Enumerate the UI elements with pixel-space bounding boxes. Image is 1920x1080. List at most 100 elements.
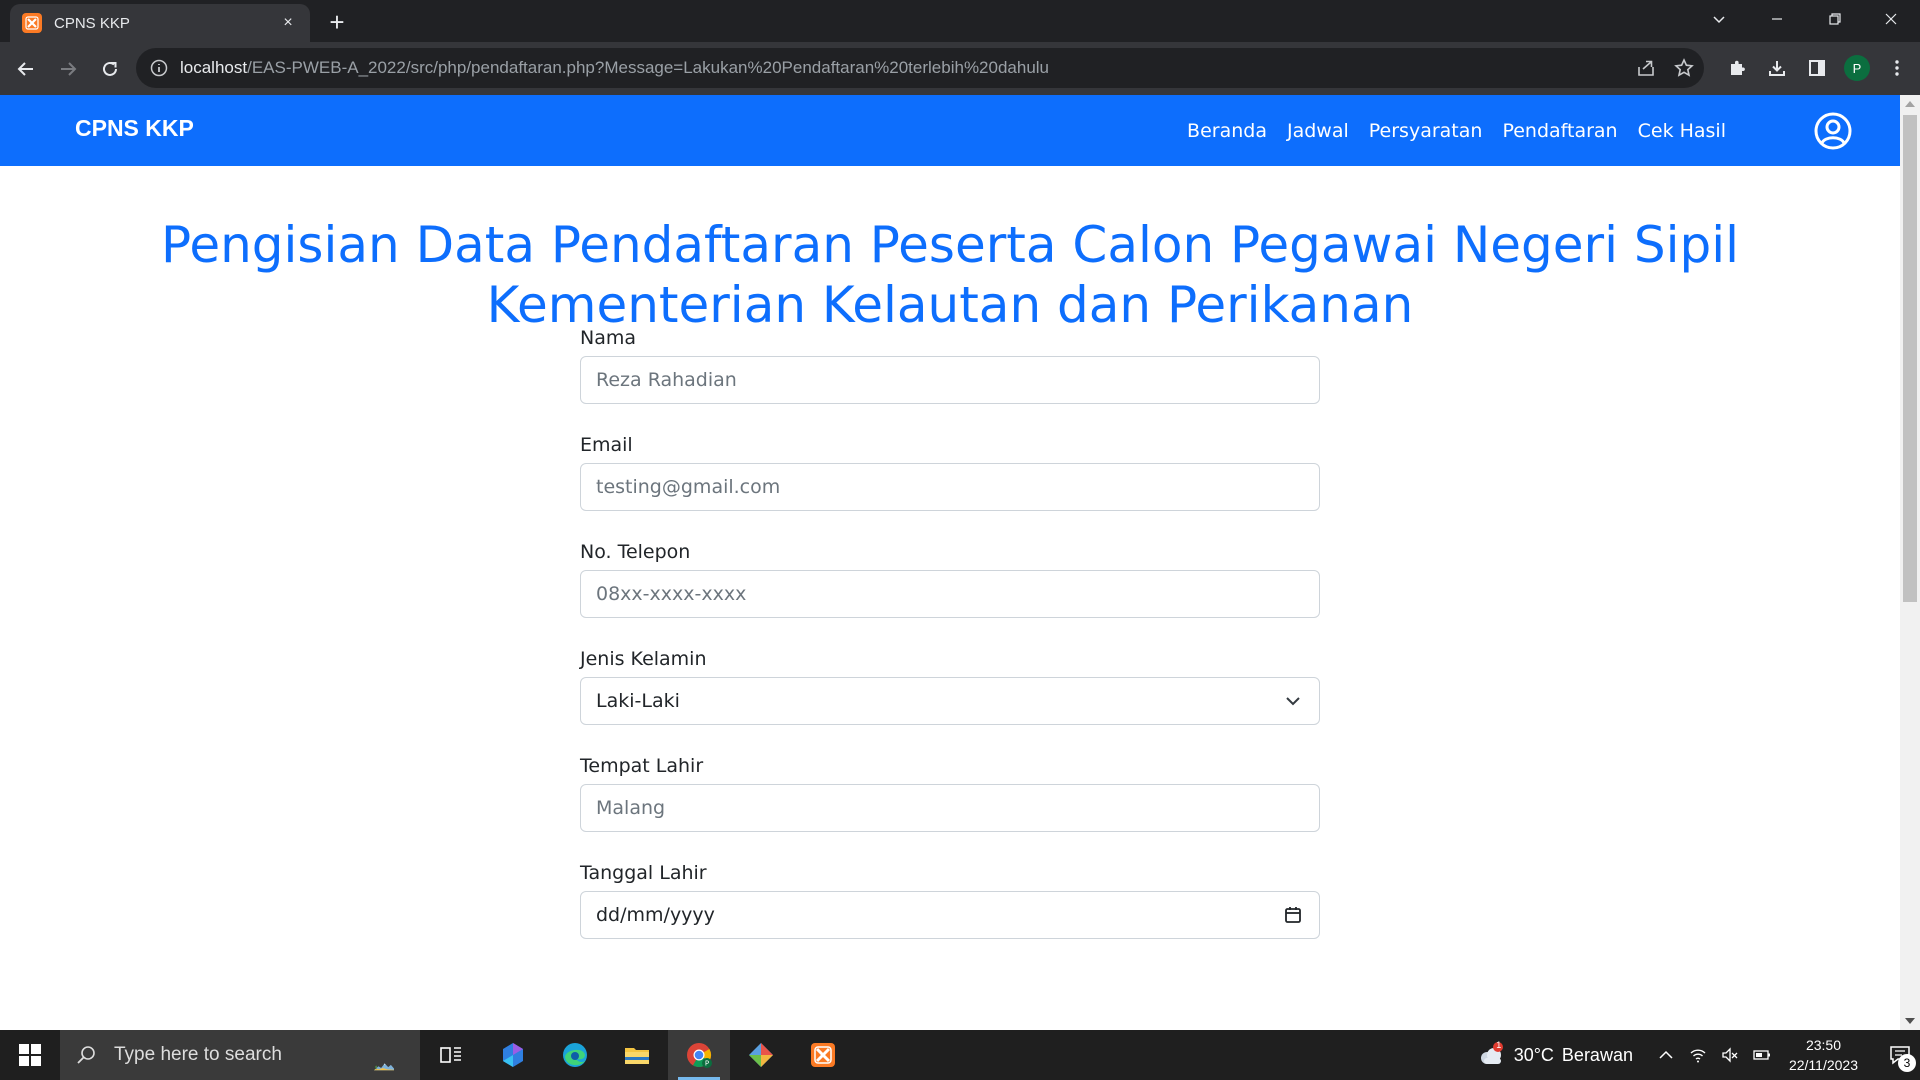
- nav-link-jadwal[interactable]: Jadwal: [1277, 120, 1359, 142]
- tab-search-button[interactable]: [1690, 0, 1748, 38]
- nav-link-cek-hasil[interactable]: Cek Hasil: [1628, 120, 1736, 142]
- scroll-up-arrow-icon[interactable]: [1905, 101, 1915, 107]
- copilot-app[interactable]: [482, 1030, 544, 1080]
- battery-icon[interactable]: [1753, 1046, 1771, 1064]
- page-scrollbar[interactable]: [1900, 95, 1920, 1030]
- page-title-line-1: Pengisian Data Pendaftaran Peserta Calon…: [160, 216, 1740, 274]
- restore-button[interactable]: [1806, 0, 1864, 38]
- registration-form: Nama Reza Rahadian Email testing@gmail.c…: [580, 320, 1320, 962]
- weather-widget[interactable]: 1 30°C Berawan: [1476, 1040, 1633, 1070]
- share-icon: [1638, 60, 1654, 76]
- wifi-icon[interactable]: [1689, 1046, 1707, 1064]
- profile-avatar: P: [1844, 55, 1870, 81]
- nama-input[interactable]: Reza Rahadian: [580, 356, 1320, 404]
- telepon-label: No. Telepon: [580, 541, 691, 563]
- close-icon: [1885, 13, 1897, 25]
- star-icon: [1674, 58, 1694, 77]
- browser-toolbar: localhost/EAS-PWEB-A_2022/src/php/pendaf…: [0, 42, 1920, 95]
- address-bar[interactable]: localhost/EAS-PWEB-A_2022/src/php/pendaf…: [136, 48, 1704, 88]
- tanggal-lahir-value: dd/mm/yyyy: [596, 904, 715, 926]
- search-icon: [77, 1046, 95, 1064]
- nav-link-persyaratan[interactable]: Persyaratan: [1359, 120, 1493, 142]
- user-account-icon[interactable]: [1814, 112, 1852, 150]
- info-icon[interactable]: [150, 59, 168, 77]
- tempat-lahir-input[interactable]: Malang: [580, 784, 1320, 832]
- notification-count-badge: 3: [1898, 1054, 1916, 1072]
- taskbar-search[interactable]: Type here to search: [60, 1030, 420, 1080]
- task-view-button[interactable]: [420, 1030, 482, 1080]
- xampp-favicon-icon: [22, 13, 42, 33]
- tab-close-button[interactable]: ×: [278, 13, 298, 33]
- chrome-icon: P: [687, 1043, 712, 1068]
- svg-text:P: P: [705, 1060, 709, 1068]
- git-client-icon: [749, 1043, 773, 1067]
- close-window-button[interactable]: [1862, 0, 1920, 38]
- minimize-button[interactable]: [1748, 0, 1806, 38]
- restore-icon: [1829, 13, 1841, 25]
- xampp-app[interactable]: [792, 1030, 854, 1080]
- windows-taskbar: Type here to search P 1 30°C Berawan 23:…: [0, 1030, 1920, 1080]
- back-button[interactable]: [8, 51, 44, 87]
- scroll-down-arrow-icon[interactable]: [1905, 1018, 1915, 1024]
- downloads-button[interactable]: [1762, 53, 1792, 83]
- task-view-icon: [440, 1047, 461, 1063]
- cloudy-weather-icon: 1: [1476, 1040, 1506, 1070]
- clock-time: 23:50: [1805, 1037, 1841, 1053]
- field-jenis-kelamin: Jenis Kelamin Laki-Laki: [580, 641, 1320, 748]
- calendar-icon[interactable]: [1283, 905, 1303, 925]
- nav-links: Beranda Jadwal Persyaratan Pendaftaran C…: [1177, 95, 1736, 166]
- kebab-menu-icon: [1895, 60, 1899, 76]
- weather-alert-badge: 1: [1496, 1040, 1502, 1050]
- nav-link-pendaftaran[interactable]: Pendaftaran: [1492, 120, 1627, 142]
- reload-button[interactable]: [92, 51, 128, 87]
- chrome-app[interactable]: P: [668, 1030, 730, 1080]
- bookmark-button[interactable]: [1672, 56, 1696, 80]
- site-brand[interactable]: CPNS KKP: [75, 115, 194, 142]
- file-explorer-app[interactable]: [606, 1030, 668, 1080]
- field-telepon: No. Telepon 08xx-xxxx-xxxx: [580, 534, 1320, 641]
- nav-link-beranda[interactable]: Beranda: [1177, 120, 1277, 142]
- telepon-input[interactable]: 08xx-xxxx-xxxx: [580, 570, 1320, 618]
- browser-tab[interactable]: CPNS KKP ×: [10, 4, 310, 42]
- chevron-up-icon[interactable]: [1657, 1046, 1675, 1064]
- profile-button[interactable]: P: [1842, 53, 1872, 83]
- clock[interactable]: 23:50 22/11/2023: [1789, 1035, 1858, 1075]
- scrollbar-thumb[interactable]: [1903, 115, 1917, 602]
- edge-app[interactable]: [544, 1030, 606, 1080]
- url-text[interactable]: localhost/EAS-PWEB-A_2022/src/php/pendaf…: [180, 58, 1049, 78]
- side-panel-icon: [1809, 60, 1825, 76]
- email-input[interactable]: testing@gmail.com: [580, 463, 1320, 511]
- arrow-left-icon: [17, 61, 33, 76]
- field-email: Email testing@gmail.com: [580, 427, 1320, 534]
- page-viewport: CPNS KKP Beranda Jadwal Persyaratan Pend…: [0, 95, 1900, 1030]
- email-label: Email: [580, 434, 633, 456]
- chrome-menu-button[interactable]: [1882, 53, 1912, 83]
- new-tab-button[interactable]: +: [322, 8, 352, 38]
- jenis-kelamin-select[interactable]: Laki-Laki: [580, 677, 1320, 725]
- field-nama: Nama Reza Rahadian: [580, 320, 1320, 427]
- copilot-icon: [503, 1043, 523, 1067]
- arrow-right-icon: [61, 61, 77, 76]
- search-highlight-illustration-icon: [374, 1063, 394, 1071]
- search-placeholder: Type here to search: [114, 1044, 282, 1065]
- share-button[interactable]: [1634, 56, 1658, 80]
- git-app[interactable]: [730, 1030, 792, 1080]
- forward-button[interactable]: [50, 51, 86, 87]
- notification-center-button[interactable]: 3: [1880, 1030, 1920, 1080]
- system-tray: 1 30°C Berawan 23:50 22/11/2023 3: [1476, 1030, 1920, 1080]
- tanggal-lahir-label: Tanggal Lahir: [580, 862, 707, 884]
- chevron-down-icon: [1713, 16, 1725, 24]
- nama-label: Nama: [580, 327, 637, 349]
- puzzle-icon: [1731, 60, 1745, 75]
- volume-muted-icon[interactable]: [1721, 1046, 1739, 1064]
- extensions-button[interactable]: [1722, 53, 1752, 83]
- start-button[interactable]: [0, 1030, 60, 1080]
- tray-icons: [1657, 1046, 1771, 1064]
- url-path: /EAS-PWEB-A_2022/src/php/pendaftaran.php…: [247, 58, 1050, 77]
- page-title: Pengisian Data Pendaftaran Peserta Calon…: [0, 215, 1900, 335]
- tempat-lahir-label: Tempat Lahir: [580, 755, 704, 777]
- jenis-kelamin-label: Jenis Kelamin: [580, 648, 707, 670]
- side-panel-button[interactable]: [1802, 53, 1832, 83]
- tanggal-lahir-input[interactable]: dd/mm/yyyy: [580, 891, 1320, 939]
- windows-logo-icon: [19, 1044, 41, 1066]
